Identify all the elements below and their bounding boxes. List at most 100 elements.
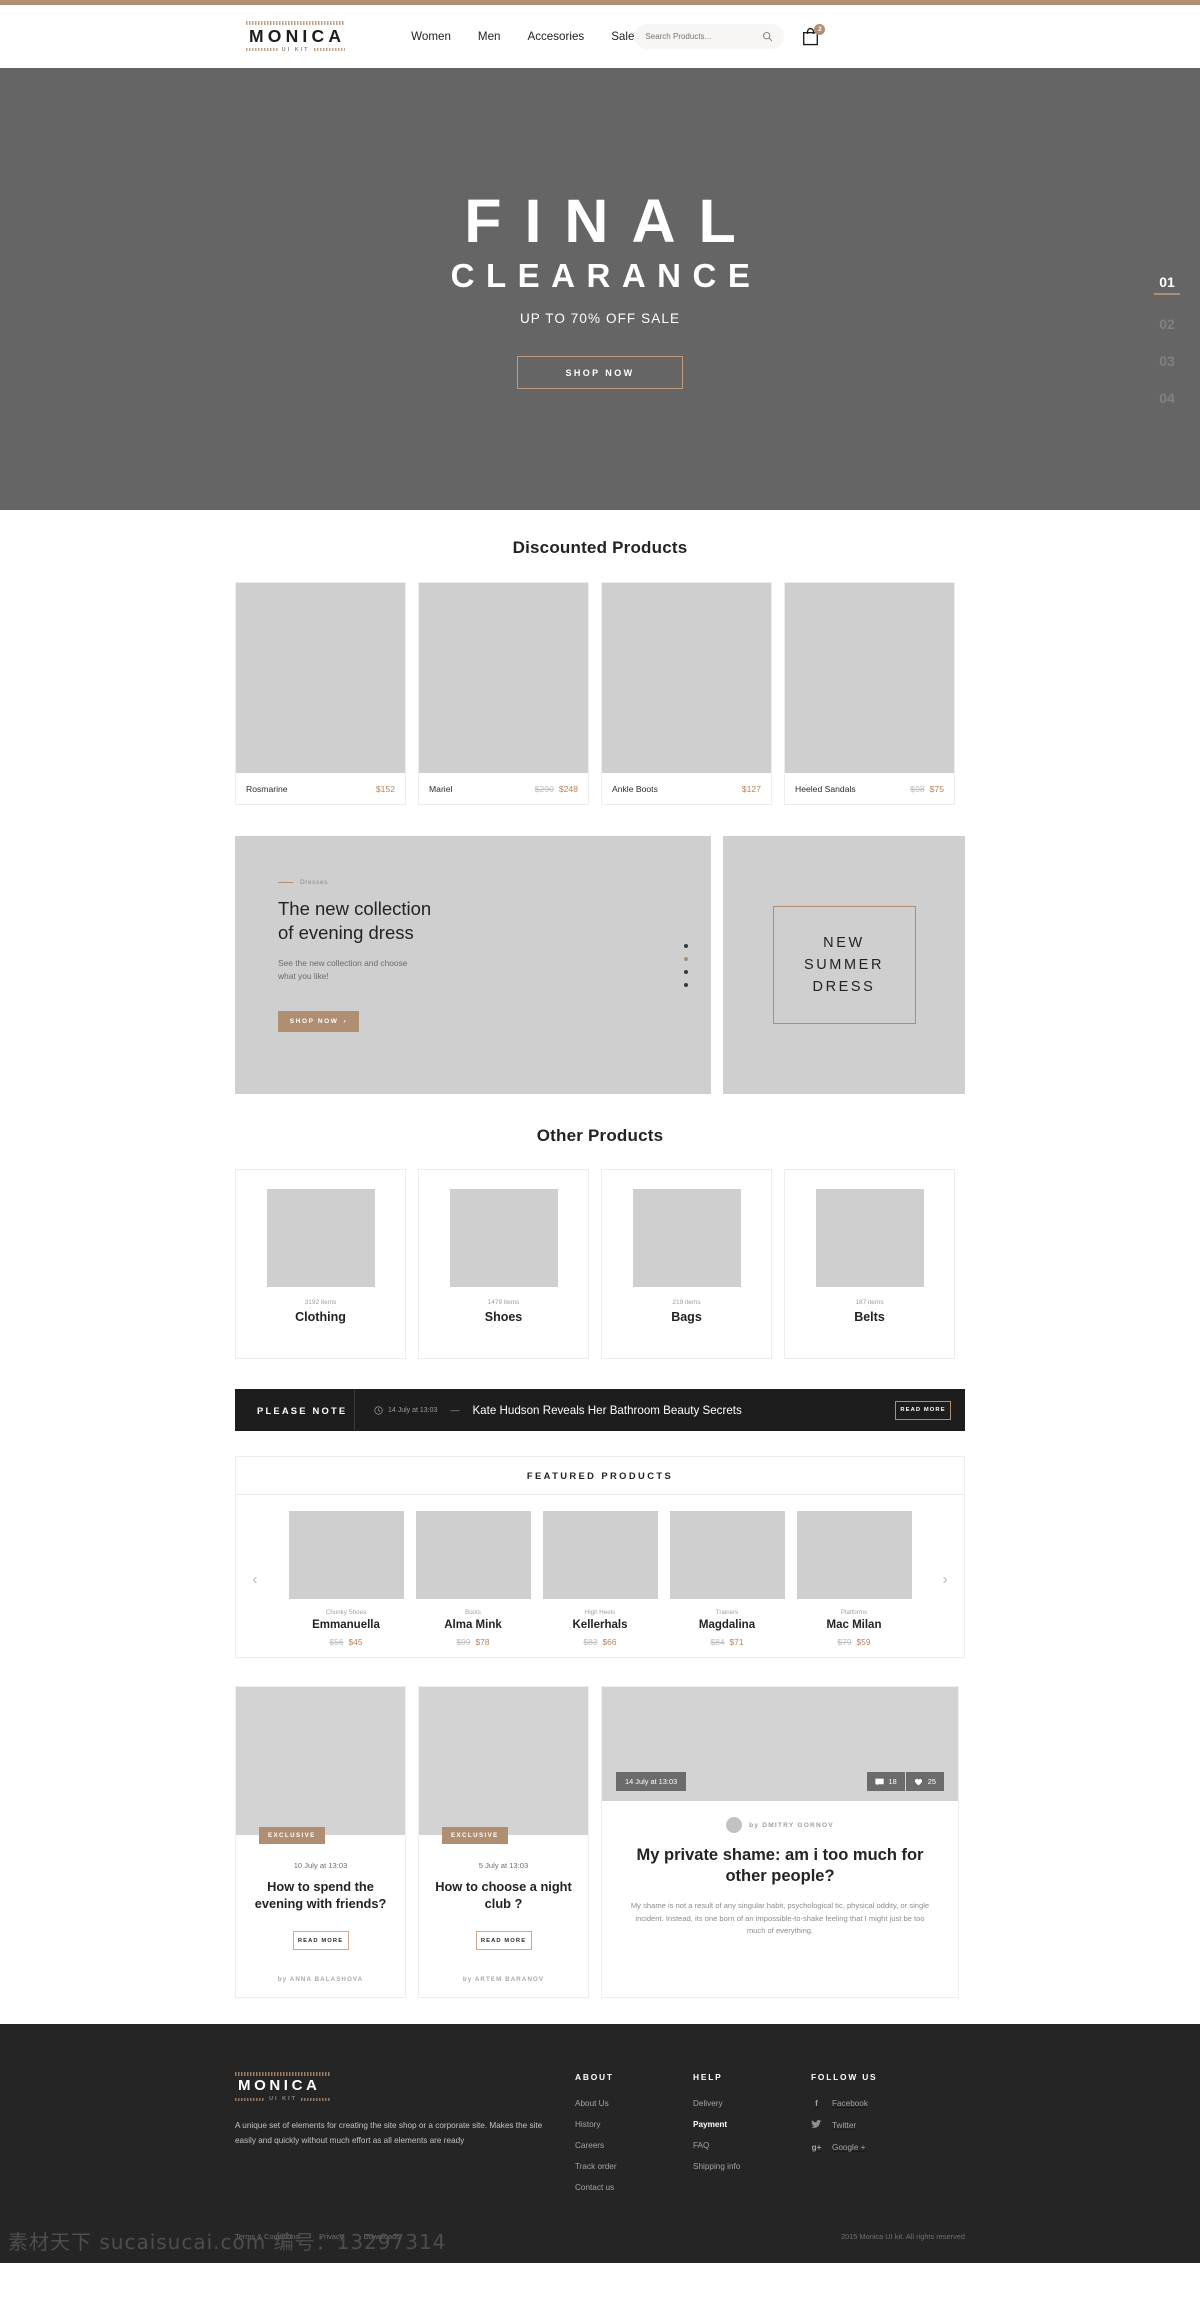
promo-kicker: Dresses [278,879,711,886]
footer-link-google-plus[interactable]: g+ Google + [811,2143,877,2152]
category-card[interactable]: 1479 items Shoes [418,1169,589,1359]
summer-dress-line2: SUMMER [803,957,885,973]
blog-title: How to choose a night club ? [435,1879,572,1911]
discounted-section: Discounted Products Rosmarine $152 Marie… [235,510,965,1998]
featured-product-card[interactable]: Trainers Magdalina $84 $71 [669,1511,785,1647]
footer-logo-wordmark: MONICA [238,2077,321,2094]
promo-dot-4[interactable] [684,983,688,987]
footer-content: MONICA UI KIT A unique set of elements f… [235,2072,965,2204]
featured-product-card[interactable]: Platforms Mac Milan $79 $59 [796,1511,912,1647]
category-card[interactable]: 219 items Bags [601,1169,772,1359]
footer-link-faq[interactable]: FAQ [693,2141,811,2150]
featured-product-image [542,1511,658,1599]
featured-product-image [669,1511,785,1599]
footer-link-track-order[interactable]: Track order [575,2162,693,2171]
footer-logo[interactable]: MONICA UI KIT [235,2072,332,2102]
nav-item-men[interactable]: Men [478,30,501,43]
footer-link-facebook[interactable]: f Facebook [811,2099,877,2108]
footer-link-shipping-info[interactable]: Shipping info [693,2162,811,2171]
nav-item-women[interactable]: Women [411,30,451,43]
summer-dress-line3: DRESS [812,979,876,995]
featured-product-card[interactable]: Chunky Shoes Emmanuella $56 $45 [288,1511,404,1647]
footer-column-about: ABOUT About Us History Careers Track ord… [575,2072,693,2204]
comment-icon [874,1778,884,1785]
featured-blog-body: by DMITRY GORNOV My private shame: am i … [602,1801,958,1960]
slide-indicator-03[interactable]: 03 [1154,353,1180,369]
summer-dress-banner[interactable]: NEW SUMMER DRESS [723,836,965,1094]
blog-date: 10 July at 13:03 [293,1861,348,1870]
featured-blog-title: My private shame: am i too much for othe… [636,1846,924,1885]
promo-kicker-label: Dresses [300,879,329,886]
product-old-price: $98 [910,783,925,794]
featured-product-prices: $84 $71 [670,1637,785,1647]
please-note-read-more-button[interactable]: READ MORE [895,1400,951,1420]
carousel-next-arrow-icon[interactable]: › [926,1571,964,1588]
hero-tagline: UP TO 70% OFF SALE [519,311,681,326]
hero-shop-now-button[interactable]: SHOP NOW [517,356,683,389]
promo-dot-1[interactable] [684,944,688,948]
comment-count: 18 [866,1772,905,1791]
product-card[interactable]: Rosmarine $152 [235,582,406,805]
featured-product-name: Magdalina [698,1619,756,1631]
logo-dash-left [246,48,278,51]
product-meta: Heeled Sandals $98 $75 [785,773,954,804]
slide-indicator-01[interactable]: 01 [1154,274,1180,295]
featured-product-prices: $83 $66 [543,1637,658,1647]
featured-product-card[interactable]: High Heels Kellerhals $83 $66 [542,1511,658,1647]
category-card[interactable]: 187 items Belts [784,1169,955,1359]
logo[interactable]: MONICA UI KIT [246,20,346,53]
featured-product-category: Platforms [840,1609,868,1616]
chevron-right-icon: › [343,1018,348,1025]
cart-button[interactable]: 2 [802,24,826,46]
product-prices: $98 $75 [910,784,944,794]
footer-follow-heading: FOLLOW US [811,2072,878,2082]
search-input[interactable] [645,32,757,41]
heart-icon [914,1778,922,1785]
footer-link-contact-us[interactable]: Contact us [575,2183,693,2192]
promo-shop-now-button[interactable]: SHOP NOW › [278,1011,359,1032]
nav-item-accesories[interactable]: Accesories [527,30,584,43]
slide-indicator-02[interactable]: 02 [1154,316,1180,332]
featured-product-card[interactable]: Boots Alma Mink $99 $78 [415,1511,531,1647]
blog-card[interactable]: EXCLUSIVE 5 July at 13:03 How to choose … [418,1686,589,1998]
footer-link-payment[interactable]: Payment [693,2120,811,2129]
category-item-count: 3192 items [304,1299,337,1306]
footer-twitter-label: Twitter [832,2121,857,2130]
footer-column-follow: FOLLOW US f Facebook Twitter g+ Google + [811,2072,877,2204]
product-image [602,583,771,773]
logo-dash-right [313,48,346,51]
category-image [266,1189,375,1287]
featured-blog-stats: 18 25 [866,1772,944,1791]
product-card[interactable]: Ankle Boots $127 [601,582,772,805]
footer-link-twitter[interactable]: Twitter [811,2120,877,2131]
nav-item-sale[interactable]: Sale [611,30,634,43]
product-image [785,583,954,773]
promo-dot-2-active[interactable] [684,957,688,961]
footer-link-about-us[interactable]: About Us [575,2099,693,2108]
slide-indicator-04[interactable]: 04 [1154,390,1180,406]
please-note-dash: — [450,1405,460,1415]
product-card[interactable]: Mariel $290 $248 [418,582,589,805]
blog-read-more-button[interactable]: READ MORE [292,1931,349,1950]
carousel-prev-arrow-icon[interactable]: ‹ [236,1571,274,1588]
product-old-price: $290 [534,783,554,794]
footer-link-careers[interactable]: Careers [575,2141,693,2150]
product-name: Heeled Sandals [795,783,856,794]
search-icon[interactable] [762,31,773,42]
product-card[interactable]: Heeled Sandals $98 $75 [784,582,955,805]
blog-read-more-button[interactable]: READ MORE [475,1931,532,1950]
footer-copyright: 2015 Monica UI kit. All rights reserved [840,2232,965,2241]
promo-button-label: SHOP NOW [289,1018,339,1025]
footer-link-delivery[interactable]: Delivery [693,2099,811,2108]
promo-text-line1: See the new collection and choose [278,958,408,968]
promo-dot-3[interactable] [684,970,688,974]
category-card[interactable]: 3192 items Clothing [235,1169,406,1359]
footer-link-history[interactable]: History [575,2120,693,2129]
featured-product-category: High Heels [584,1609,616,1616]
summer-dress-line1: NEW [823,935,865,951]
blog-section: EXCLUSIVE 10 July at 13:03 How to spend … [235,1686,965,1998]
blog-badge: EXCLUSIVE [259,1827,325,1844]
blog-card[interactable]: EXCLUSIVE 10 July at 13:03 How to spend … [235,1686,406,1998]
search-box[interactable] [634,24,785,49]
featured-blog-post[interactable]: 14 July at 13:03 18 25 by DMITRY GORNOV … [601,1686,959,1998]
